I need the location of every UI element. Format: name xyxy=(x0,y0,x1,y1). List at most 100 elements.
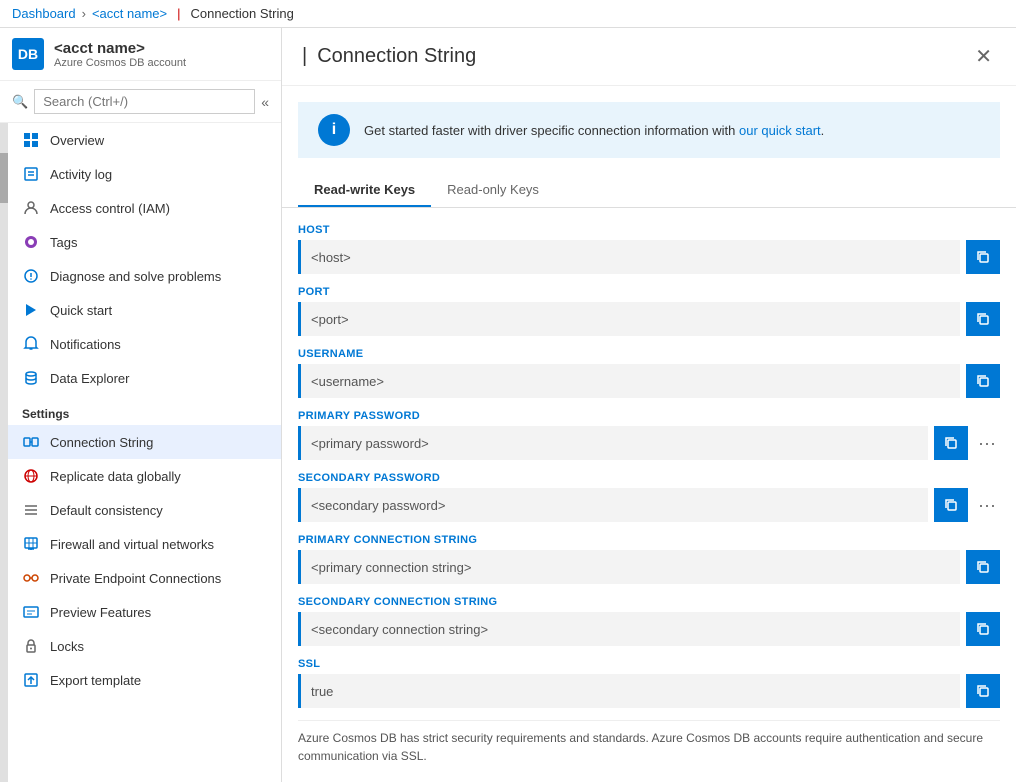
content-title: Connection String xyxy=(317,45,476,68)
sidebar-item-data-explorer[interactable]: Data Explorer xyxy=(8,361,281,395)
copy-button-host[interactable] xyxy=(966,240,1000,274)
scroll-thumb[interactable] xyxy=(0,153,8,203)
sidebar-item-activity-log[interactable]: Activity log xyxy=(8,157,281,191)
breadcrumb-dashboard[interactable]: Dashboard xyxy=(12,6,76,21)
private-endpoint-icon xyxy=(22,569,40,587)
sidebar-item-export-label: Export template xyxy=(50,673,141,688)
tabs-container: Read-write Keys Read-only Keys xyxy=(282,174,1016,208)
breadcrumb-current: Connection String xyxy=(191,6,294,21)
copy-button-secondary-connection-string[interactable] xyxy=(966,612,1000,646)
field-input-ssl[interactable] xyxy=(298,674,960,708)
copy-button-primary-password[interactable] xyxy=(934,426,968,460)
sidebar-item-diagnose-label: Diagnose and solve problems xyxy=(50,269,221,284)
field-label-port: PORT xyxy=(298,286,1000,298)
account-name: <acct name> xyxy=(54,40,186,57)
sidebar-item-iam[interactable]: Access control (IAM) xyxy=(8,191,281,225)
sidebar-item-connection-string[interactable]: Connection String xyxy=(8,425,281,459)
sidebar-item-data-explorer-label: Data Explorer xyxy=(50,371,129,386)
search-input[interactable] xyxy=(34,89,255,114)
field-row-port xyxy=(298,302,1000,336)
account-subtitle: Azure Cosmos DB account xyxy=(54,57,186,69)
breadcrumb-acct[interactable]: <acct name> xyxy=(92,6,167,21)
field-group-username: USERNAME xyxy=(298,348,1000,398)
copy-button-primary-connection-string[interactable] xyxy=(966,550,1000,584)
locks-icon xyxy=(22,637,40,655)
sidebar-item-quickstart[interactable]: Quick start xyxy=(8,293,281,327)
sidebar-item-preview[interactable]: Preview Features xyxy=(8,595,281,629)
tags-icon xyxy=(22,233,40,251)
sidebar-item-overview[interactable]: Overview xyxy=(8,123,281,157)
more-button-primary-password[interactable]: ··· xyxy=(974,433,1000,454)
copy-button-ssl[interactable] xyxy=(966,674,1000,708)
firewall-icon xyxy=(22,535,40,553)
data-explorer-icon xyxy=(22,369,40,387)
field-group-primary-connection-string: PRIMARY CONNECTION STRING xyxy=(298,534,1000,584)
overview-icon xyxy=(22,131,40,149)
footer-note: Azure Cosmos DB has strict security requ… xyxy=(298,720,1000,773)
sidebar-item-export[interactable]: Export template xyxy=(8,663,281,697)
copy-button-port[interactable] xyxy=(966,302,1000,336)
connection-string-icon xyxy=(22,433,40,451)
field-label-username: USERNAME xyxy=(298,348,1000,360)
copy-button-secondary-password[interactable] xyxy=(934,488,968,522)
account-icon: DB xyxy=(12,38,44,70)
info-bar: i Get started faster with driver specifi… xyxy=(298,102,1000,158)
sidebar-item-activity-log-label: Activity log xyxy=(50,167,112,182)
close-button[interactable]: ✕ xyxy=(971,40,996,73)
info-icon: i xyxy=(318,114,350,146)
quickstart-icon xyxy=(22,301,40,319)
field-row-ssl xyxy=(298,674,1000,708)
sidebar-item-iam-label: Access control (IAM) xyxy=(50,201,170,216)
tab-read-only[interactable]: Read-only Keys xyxy=(431,174,555,207)
field-input-secondary-connection-string[interactable] xyxy=(298,612,960,646)
sidebar-item-preview-label: Preview Features xyxy=(50,605,151,620)
field-group-host: HOST xyxy=(298,224,1000,274)
field-group-port: PORT xyxy=(298,286,1000,336)
quickstart-link[interactable]: our quick start xyxy=(739,123,821,138)
diagnose-icon xyxy=(22,267,40,285)
tab-read-write[interactable]: Read-write Keys xyxy=(298,174,431,207)
field-label-primary-connection-string: PRIMARY CONNECTION STRING xyxy=(298,534,1000,546)
field-label-ssl: SSL xyxy=(298,658,1000,670)
collapse-icon[interactable]: « xyxy=(261,94,269,110)
more-button-secondary-password[interactable]: ··· xyxy=(974,495,1000,516)
sidebar-item-notifications[interactable]: Notifications xyxy=(8,327,281,361)
sidebar-item-tags-label: Tags xyxy=(50,235,77,250)
sidebar-item-firewall[interactable]: Firewall and virtual networks xyxy=(8,527,281,561)
field-input-secondary-password[interactable] xyxy=(298,488,928,522)
copy-button-username[interactable] xyxy=(966,364,1000,398)
field-label-host: HOST xyxy=(298,224,1000,236)
breadcrumb-divider: | xyxy=(177,6,180,21)
sidebar-item-replicate[interactable]: Replicate data globally xyxy=(8,459,281,493)
sidebar-item-overview-label: Overview xyxy=(50,133,104,148)
replicate-icon xyxy=(22,467,40,485)
field-group-ssl: SSL xyxy=(298,658,1000,708)
sidebar-header: DB <acct name> Azure Cosmos DB account xyxy=(0,28,281,81)
field-input-host[interactable] xyxy=(298,240,960,274)
field-input-primary-connection-string[interactable] xyxy=(298,550,960,584)
field-row-username xyxy=(298,364,1000,398)
search-bar: 🔍 « xyxy=(0,81,281,123)
sidebar-item-consistency[interactable]: Default consistency xyxy=(8,493,281,527)
content-header: | Connection String ✕ xyxy=(282,28,1016,86)
field-input-primary-password[interactable] xyxy=(298,426,928,460)
field-row-secondary-connection-string xyxy=(298,612,1000,646)
breadcrumb: Dashboard › <acct name> | Connection Str… xyxy=(0,0,1016,28)
info-text: Get started faster with driver specific … xyxy=(364,123,824,138)
field-input-username[interactable] xyxy=(298,364,960,398)
sidebar-item-locks[interactable]: Locks xyxy=(8,629,281,663)
field-input-port[interactable] xyxy=(298,302,960,336)
consistency-icon xyxy=(22,501,40,519)
notifications-icon xyxy=(22,335,40,353)
field-group-primary-password: PRIMARY PASSWORD··· xyxy=(298,410,1000,460)
field-group-secondary-password: SECONDARY PASSWORD··· xyxy=(298,472,1000,522)
field-group-secondary-connection-string: SECONDARY CONNECTION STRING xyxy=(298,596,1000,646)
preview-icon xyxy=(22,603,40,621)
sidebar-item-tags[interactable]: Tags xyxy=(8,225,281,259)
sidebar-item-diagnose[interactable]: Diagnose and solve problems xyxy=(8,259,281,293)
field-row-primary-connection-string xyxy=(298,550,1000,584)
iam-icon xyxy=(22,199,40,217)
breadcrumb-sep1: › xyxy=(82,6,86,21)
sidebar-item-private-endpoint[interactable]: Private Endpoint Connections xyxy=(8,561,281,595)
fields-area: HOST PORT USERNAME PRIMARY PASSWORD··· SECON… xyxy=(282,208,1016,782)
